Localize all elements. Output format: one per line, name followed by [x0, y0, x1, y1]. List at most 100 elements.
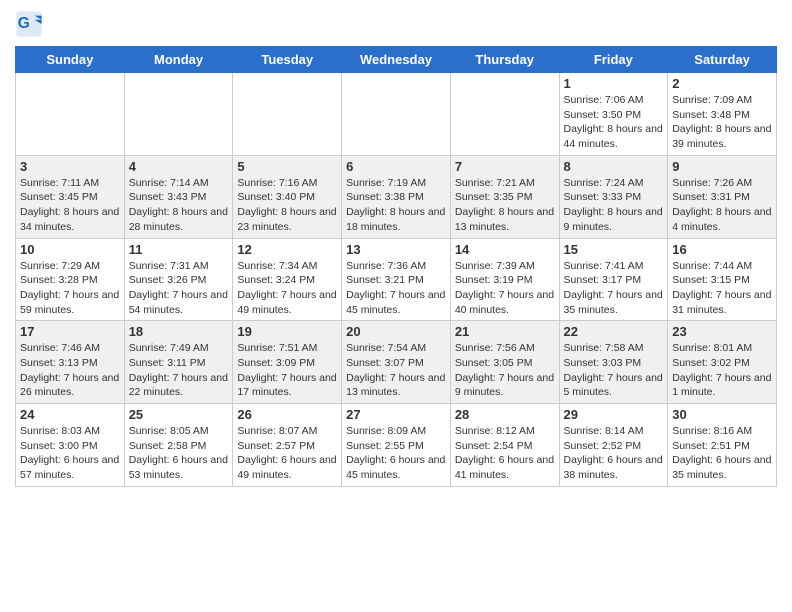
calendar-cell-3-4: 21Sunrise: 7:56 AM Sunset: 3:05 PM Dayli…: [450, 321, 559, 404]
day-number: 20: [346, 324, 446, 339]
day-info: Sunrise: 7:56 AM Sunset: 3:05 PM Dayligh…: [455, 341, 555, 400]
calendar-cell-3-0: 17Sunrise: 7:46 AM Sunset: 3:13 PM Dayli…: [16, 321, 125, 404]
calendar-cell-0-2: [233, 73, 342, 156]
calendar-cell-1-6: 9 Sunrise: 7:26 AM Sunset: 3:31 PM Daylig…: [668, 155, 777, 238]
day-number: 7: [455, 159, 555, 174]
day-number: 6: [346, 159, 446, 174]
day-info: Sunrise: 8:01 AM Sunset: 3:02 PM Dayligh…: [672, 341, 772, 400]
weekday-header-tuesday: Tuesday: [233, 47, 342, 73]
day-number: 27: [346, 407, 446, 422]
day-number: 10: [20, 242, 120, 257]
calendar-cell-1-0: 3 Sunrise: 7:11 AM Sunset: 3:45 PM Daylig…: [16, 155, 125, 238]
header: G: [15, 10, 777, 38]
day-number: 25: [129, 407, 229, 422]
day-info: Sunrise: 7:29 AM Sunset: 3:28 PM Dayligh…: [20, 259, 120, 318]
weekday-header-row: SundayMondayTuesdayWednesdayThursdayFrid…: [16, 47, 777, 73]
calendar-cell-0-5: 1 Sunrise: 7:06 AM Sunset: 3:50 PM Daylig…: [559, 73, 668, 156]
calendar-cell-0-3: [342, 73, 451, 156]
day-info: Sunrise: 8:14 AM Sunset: 2:52 PM Dayligh…: [564, 424, 664, 483]
calendar-table: SundayMondayTuesdayWednesdayThursdayFrid…: [15, 46, 777, 487]
day-info: Sunrise: 7:51 AM Sunset: 3:09 PM Dayligh…: [237, 341, 337, 400]
day-info: Sunrise: 8:09 AM Sunset: 2:55 PM Dayligh…: [346, 424, 446, 483]
calendar-cell-1-1: 4 Sunrise: 7:14 AM Sunset: 3:43 PM Daylig…: [124, 155, 233, 238]
calendar-cell-3-1: 18 Sunrise: 7:49 AM Sunset: 3:11 PM Dayli…: [124, 321, 233, 404]
day-info: Sunrise: 8:03 AM Sunset: 3:00 PM Dayligh…: [20, 424, 120, 483]
day-number: 15: [564, 242, 664, 257]
calendar-cell-0-0: [16, 73, 125, 156]
day-info: Sunrise: 7:34 AM Sunset: 3:24 PM Dayligh…: [237, 259, 337, 318]
day-number: 18: [129, 324, 229, 339]
day-number: 3: [20, 159, 120, 174]
calendar-cell-4-2: 26Sunrise: 8:07 AM Sunset: 2:57 PM Dayli…: [233, 404, 342, 487]
day-number: 8: [564, 159, 664, 174]
calendar-row-3: 17Sunrise: 7:46 AM Sunset: 3:13 PM Dayli…: [16, 321, 777, 404]
day-number: 14: [455, 242, 555, 257]
day-info: Sunrise: 7:44 AM Sunset: 3:15 PM Dayligh…: [672, 259, 772, 318]
calendar-cell-0-4: [450, 73, 559, 156]
calendar-cell-4-3: 27 Sunrise: 8:09 AM Sunset: 2:55 PM Dayli…: [342, 404, 451, 487]
logo-icon: G: [15, 10, 43, 38]
day-info: Sunrise: 7:26 AM Sunset: 3:31 PM Dayligh…: [672, 176, 772, 235]
day-number: 16: [672, 242, 772, 257]
day-number: 23: [672, 324, 772, 339]
day-info: Sunrise: 7:14 AM Sunset: 3:43 PM Dayligh…: [129, 176, 229, 235]
day-number: 12: [237, 242, 337, 257]
day-number: 9: [672, 159, 772, 174]
day-info: Sunrise: 8:12 AM Sunset: 2:54 PM Dayligh…: [455, 424, 555, 483]
day-number: 2: [672, 76, 772, 91]
day-info: Sunrise: 8:07 AM Sunset: 2:57 PM Dayligh…: [237, 424, 337, 483]
calendar-cell-2-4: 14 Sunrise: 7:39 AM Sunset: 3:19 PM Dayli…: [450, 238, 559, 321]
calendar-cell-4-6: 30 Sunrise: 8:16 AM Sunset: 2:51 PM Dayli…: [668, 404, 777, 487]
calendar-cell-2-6: 16 Sunrise: 7:44 AM Sunset: 3:15 PM Dayli…: [668, 238, 777, 321]
day-info: Sunrise: 7:24 AM Sunset: 3:33 PM Dayligh…: [564, 176, 664, 235]
calendar-cell-1-4: 7 Sunrise: 7:21 AM Sunset: 3:35 PM Daylig…: [450, 155, 559, 238]
calendar-row-4: 24 Sunrise: 8:03 AM Sunset: 3:00 PM Dayli…: [16, 404, 777, 487]
calendar-cell-0-6: 2 Sunrise: 7:09 AM Sunset: 3:48 PM Daylig…: [668, 73, 777, 156]
calendar-cell-4-0: 24 Sunrise: 8:03 AM Sunset: 3:00 PM Dayli…: [16, 404, 125, 487]
day-info: Sunrise: 7:19 AM Sunset: 3:38 PM Dayligh…: [346, 176, 446, 235]
day-info: Sunrise: 7:16 AM Sunset: 3:40 PM Dayligh…: [237, 176, 337, 235]
day-number: 5: [237, 159, 337, 174]
day-number: 24: [20, 407, 120, 422]
calendar-cell-3-5: 22Sunrise: 7:58 AM Sunset: 3:03 PM Dayli…: [559, 321, 668, 404]
calendar-row-0: 1 Sunrise: 7:06 AM Sunset: 3:50 PM Daylig…: [16, 73, 777, 156]
page: G SundayMondayTuesdayWednesdayThursdayFr…: [0, 0, 792, 497]
weekday-header-saturday: Saturday: [668, 47, 777, 73]
calendar-cell-1-5: 8 Sunrise: 7:24 AM Sunset: 3:33 PM Daylig…: [559, 155, 668, 238]
day-info: Sunrise: 7:09 AM Sunset: 3:48 PM Dayligh…: [672, 93, 772, 152]
day-number: 22: [564, 324, 664, 339]
calendar-cell-4-1: 25Sunrise: 8:05 AM Sunset: 2:58 PM Dayli…: [124, 404, 233, 487]
calendar-cell-2-2: 12 Sunrise: 7:34 AM Sunset: 3:24 PM Dayli…: [233, 238, 342, 321]
calendar-cell-1-2: 5 Sunrise: 7:16 AM Sunset: 3:40 PM Daylig…: [233, 155, 342, 238]
weekday-header-wednesday: Wednesday: [342, 47, 451, 73]
day-number: 11: [129, 242, 229, 257]
day-number: 17: [20, 324, 120, 339]
calendar-cell-3-3: 20Sunrise: 7:54 AM Sunset: 3:07 PM Dayli…: [342, 321, 451, 404]
calendar-cell-2-1: 11 Sunrise: 7:31 AM Sunset: 3:26 PM Dayli…: [124, 238, 233, 321]
day-number: 28: [455, 407, 555, 422]
calendar-cell-3-2: 19 Sunrise: 7:51 AM Sunset: 3:09 PM Dayli…: [233, 321, 342, 404]
calendar-cell-0-1: [124, 73, 233, 156]
day-info: Sunrise: 7:41 AM Sunset: 3:17 PM Dayligh…: [564, 259, 664, 318]
calendar-cell-4-4: 28 Sunrise: 8:12 AM Sunset: 2:54 PM Dayli…: [450, 404, 559, 487]
day-info: Sunrise: 7:06 AM Sunset: 3:50 PM Dayligh…: [564, 93, 664, 152]
day-number: 1: [564, 76, 664, 91]
day-number: 30: [672, 407, 772, 422]
calendar-cell-1-3: 6 Sunrise: 7:19 AM Sunset: 3:38 PM Daylig…: [342, 155, 451, 238]
calendar-cell-3-6: 23 Sunrise: 8:01 AM Sunset: 3:02 PM Dayli…: [668, 321, 777, 404]
day-info: Sunrise: 7:49 AM Sunset: 3:11 PM Dayligh…: [129, 341, 229, 400]
day-number: 4: [129, 159, 229, 174]
weekday-header-thursday: Thursday: [450, 47, 559, 73]
day-number: 13: [346, 242, 446, 257]
day-info: Sunrise: 7:39 AM Sunset: 3:19 PM Dayligh…: [455, 259, 555, 318]
day-info: Sunrise: 7:31 AM Sunset: 3:26 PM Dayligh…: [129, 259, 229, 318]
day-info: Sunrise: 7:11 AM Sunset: 3:45 PM Dayligh…: [20, 176, 120, 235]
calendar-cell-4-5: 29Sunrise: 8:14 AM Sunset: 2:52 PM Dayli…: [559, 404, 668, 487]
weekday-header-friday: Friday: [559, 47, 668, 73]
calendar-cell-2-5: 15 Sunrise: 7:41 AM Sunset: 3:17 PM Dayli…: [559, 238, 668, 321]
day-number: 19: [237, 324, 337, 339]
calendar-cell-2-3: 13Sunrise: 7:36 AM Sunset: 3:21 PM Dayli…: [342, 238, 451, 321]
logo: G: [15, 10, 45, 38]
day-info: Sunrise: 7:21 AM Sunset: 3:35 PM Dayligh…: [455, 176, 555, 235]
day-info: Sunrise: 8:16 AM Sunset: 2:51 PM Dayligh…: [672, 424, 772, 483]
